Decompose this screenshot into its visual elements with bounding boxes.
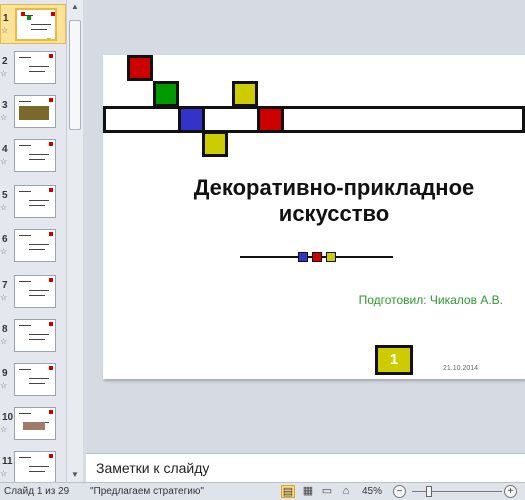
thumbnail-preview xyxy=(14,229,56,262)
slide-thumbnail-1[interactable]: 1 ☆ xyxy=(0,4,66,44)
slide-thumbnail-11[interactable]: 11 ☆ xyxy=(0,448,66,482)
yellow-square-bottom xyxy=(202,131,228,157)
thumbnail-number: 9 xyxy=(2,368,8,379)
thumbnail-number: 8 xyxy=(2,324,8,335)
animation-star-icon: ☆ xyxy=(0,203,8,212)
slide-editing-area: Декоративно-прикладное искусство Подгото… xyxy=(84,0,525,451)
slide-number-box: 1 xyxy=(375,345,413,375)
thumbnail-number: 3 xyxy=(2,100,8,111)
yellow-square-top xyxy=(232,81,258,107)
blue-square xyxy=(178,106,205,133)
notes-placeholder: Заметки к слайду xyxy=(96,460,210,476)
scroll-down-arrow-icon[interactable]: ▼ xyxy=(67,468,83,482)
reading-view-icon[interactable]: ▭ xyxy=(320,485,334,498)
scrollbar-thumb[interactable] xyxy=(69,20,81,130)
normal-view-icon[interactable]: ▤ xyxy=(281,485,295,498)
thumbnail-preview xyxy=(15,8,57,41)
slide-thumbnail-6[interactable]: 6 ☆ xyxy=(0,226,66,266)
thumbnail-number: 7 xyxy=(2,280,8,291)
scroll-up-arrow-icon[interactable]: ▲ xyxy=(67,0,83,14)
animation-star-icon: ☆ xyxy=(0,247,8,256)
animation-star-icon: ☆ xyxy=(0,469,8,478)
red-square-top xyxy=(127,55,153,81)
slide-title[interactable]: Декоративно-прикладное искусство xyxy=(155,175,513,227)
animation-star-icon: ☆ xyxy=(0,425,8,434)
slide-thumbnail-9[interactable]: 9 ☆ xyxy=(0,360,66,400)
thumbnail-number: 6 xyxy=(2,234,8,245)
zoom-slider-handle[interactable] xyxy=(426,486,432,497)
mini-blue-square xyxy=(298,252,308,262)
mini-red-square xyxy=(312,252,322,262)
thumbnail-preview xyxy=(14,51,56,84)
thumbnail-number: 10 xyxy=(2,412,14,423)
thumbnail-number: 2 xyxy=(2,56,8,67)
animation-star-icon: ☆ xyxy=(0,337,8,346)
slide-thumbnail-7[interactable]: 7 ☆ xyxy=(0,272,66,312)
thumbnail-preview xyxy=(14,185,56,218)
slide-thumbnail-2[interactable]: 2 ☆ xyxy=(0,48,66,88)
animation-star-icon: ☆ xyxy=(0,157,8,166)
thumbnail-preview xyxy=(14,451,56,482)
animation-star-icon: ☆ xyxy=(0,293,8,302)
slide-sorter-icon[interactable]: ▦ xyxy=(301,485,315,498)
zoom-out-button[interactable]: − xyxy=(393,485,406,498)
thumbnail-preview xyxy=(14,407,56,440)
horizontal-bar xyxy=(103,106,525,133)
slideshow-icon[interactable]: ⌂ xyxy=(339,485,353,498)
thumbnail-preview xyxy=(14,363,56,396)
thumbnail-preview xyxy=(14,95,56,128)
thumbnail-preview xyxy=(14,139,56,172)
animation-star-icon: ☆ xyxy=(0,381,8,390)
notes-pane[interactable]: Заметки к слайду xyxy=(86,453,525,483)
theme-name[interactable]: "Предлагаем стратегию" xyxy=(90,486,204,497)
thumbnail-scrollbar[interactable]: ▲ ▼ xyxy=(66,0,83,482)
thumbnail-number: 1 xyxy=(3,13,9,24)
slide-thumbnail-4[interactable]: 4 ☆ xyxy=(0,136,66,176)
slide-canvas[interactable]: Декоративно-прикладное искусство Подгото… xyxy=(103,55,525,379)
status-bar: Слайд 1 из 29 "Предлагаем стратегию" ▤ ▦… xyxy=(0,482,525,500)
mini-yellow-square xyxy=(326,252,336,262)
red-square-bar xyxy=(257,106,284,133)
green-square xyxy=(153,81,179,107)
thumbnail-number: 11 xyxy=(2,456,13,467)
thumbnail-preview xyxy=(14,319,56,352)
animation-star-icon: ☆ xyxy=(0,69,8,78)
thumbnail-preview xyxy=(14,275,56,308)
zoom-in-button[interactable]: + xyxy=(504,485,517,498)
animation-star-icon: ☆ xyxy=(0,113,8,122)
slide-thumbnail-10[interactable]: 10 ☆ xyxy=(0,404,66,444)
slide-thumbnail-8[interactable]: 8 ☆ xyxy=(0,316,66,356)
animation-star-icon: ☆ xyxy=(1,26,9,35)
slide-counter: Слайд 1 из 29 xyxy=(4,486,70,497)
thumbnail-number: 5 xyxy=(2,190,8,201)
slide-thumbnail-3[interactable]: 3 ☆ xyxy=(0,92,66,132)
zoom-level[interactable]: 45% xyxy=(362,486,382,497)
slide-date: 21.10.2014 xyxy=(443,365,479,372)
author-text[interactable]: Подготовил: Чикалов А.В. xyxy=(253,293,503,307)
thumbnail-number: 4 xyxy=(2,144,8,155)
slide-thumbnail-5[interactable]: 5 ☆ xyxy=(0,182,66,222)
